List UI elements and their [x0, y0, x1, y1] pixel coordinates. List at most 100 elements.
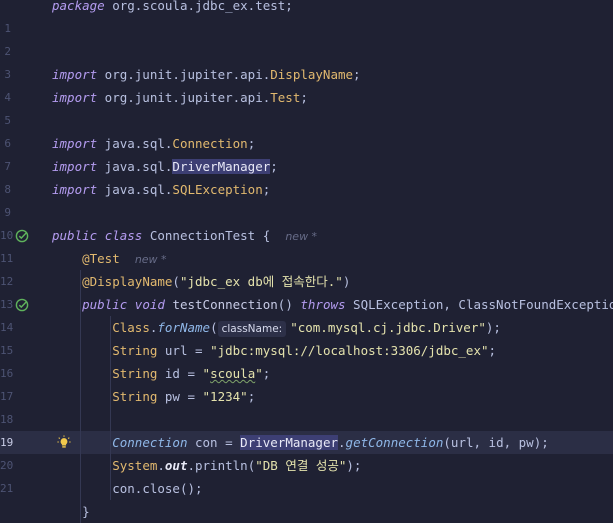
- code-token: String: [112, 389, 158, 404]
- code-line[interactable]: 14 Class.forName(className: "com.mysql.cj…: [0, 316, 613, 339]
- code-text: import java.sql.SQLException;: [52, 178, 270, 201]
- line-number: 14: [0, 321, 14, 334]
- code-text: package org.scoula.jdbc_ex.test;: [52, 0, 293, 17]
- gutter: 7: [0, 155, 52, 178]
- code-token: }: [52, 504, 90, 519]
- parameter-hint: className:: [217, 320, 287, 337]
- code-line[interactable]: 2: [0, 40, 613, 63]
- code-token: import: [52, 67, 98, 82]
- code-line[interactable]: 21 con.close();: [0, 477, 613, 500]
- code-token: ;: [353, 67, 361, 82]
- code-text: con.close();: [52, 477, 203, 500]
- code-line[interactable]: 9: [0, 201, 613, 224]
- code-token: con =: [187, 435, 241, 450]
- highlighted-symbol: DriverManager: [172, 159, 271, 174]
- code-token: ": [202, 366, 211, 381]
- code-line[interactable]: 20 System.out.println("DB 연결 성공");: [0, 454, 613, 477]
- code-token: java.sql.: [97, 136, 173, 151]
- code-token: id =: [157, 366, 203, 381]
- code-line[interactable]: package org.scoula.jdbc_ex.test;: [0, 0, 613, 17]
- code-token: ): [342, 274, 351, 289]
- lightbulb-icon[interactable]: [57, 435, 71, 449]
- code-token: pw =: [157, 389, 203, 404]
- code-editor[interactable]: package org.scoula.jdbc_ex.test; 1 2 3 impor…: [0, 0, 613, 523]
- line-number: 13: [0, 298, 14, 311]
- code-line[interactable]: 5: [0, 109, 613, 132]
- code-text: String pw = "1234";: [52, 385, 255, 408]
- code-line[interactable]: 12 @DisplayName("jdbc_ex db에 접속한다."): [0, 270, 613, 293]
- code-token: throws: [300, 297, 346, 312]
- run-test-check-icon[interactable]: [15, 298, 29, 312]
- run-test-check-icon[interactable]: [15, 229, 29, 243]
- code-token: public: [82, 297, 128, 312]
- code-token: ;: [488, 343, 497, 358]
- code-line[interactable]: 15 String url = "jdbc:mysql://localhost:…: [0, 339, 613, 362]
- gutter: [0, 500, 52, 523]
- code-line[interactable]: 3 import org.junit.jupiter.api.DisplayNam…: [0, 63, 613, 86]
- code-token: package: [52, 0, 105, 13]
- usage-hint[interactable]: new *: [135, 253, 167, 266]
- indent-guide: [80, 454, 81, 477]
- indent-guide: [80, 500, 81, 523]
- code-line[interactable]: 8 import java.sql.SQLException;: [0, 178, 613, 201]
- code-line[interactable]: 19 Connection con = DriverManager.getCon…: [0, 431, 613, 454]
- code-line[interactable]: 6 import java.sql.Connection;: [0, 132, 613, 155]
- gutter: 2: [0, 40, 52, 63]
- line-number: 2: [4, 45, 11, 58]
- gutter: 5: [0, 109, 52, 132]
- code-token: Connection: [172, 136, 248, 151]
- code-text: Connection con = DriverManager.getConnec…: [52, 431, 549, 454]
- code-line[interactable]: 13 public void testConnection() throws S…: [0, 293, 613, 316]
- code-token: java.sql.: [97, 182, 173, 197]
- code-token: (: [210, 320, 218, 335]
- code-token: );: [346, 458, 362, 473]
- code-token: (: [172, 274, 180, 289]
- line-number: 7: [4, 160, 11, 173]
- code-token: import: [52, 90, 98, 105]
- indent-guide: [110, 408, 111, 431]
- gutter: 10: [0, 224, 52, 247]
- indent-guide: [80, 339, 81, 362]
- usage-hint[interactable]: new *: [285, 230, 317, 243]
- code-token: ConnectionTest {: [142, 228, 286, 243]
- code-line[interactable]: 11 @Test new *: [0, 247, 613, 270]
- code-token: SQLException: [172, 182, 263, 197]
- code-line[interactable]: 4 import org.junit.jupiter.api.Test;: [0, 86, 613, 109]
- code-text: import java.sql.Connection;: [52, 132, 255, 155]
- line-number: 17: [0, 390, 14, 403]
- gutter: 19: [0, 431, 52, 454]
- gutter: 12: [0, 270, 52, 293]
- code-line[interactable]: 7 import java.sql.DriverManager;: [0, 155, 613, 178]
- code-token: import: [52, 159, 98, 174]
- code-token: forName: [157, 320, 211, 335]
- code-token: import: [52, 182, 98, 197]
- code-token: Connection: [112, 435, 188, 450]
- code-token: public: [52, 228, 98, 243]
- gutter: 14: [0, 316, 52, 339]
- line-number: 16: [0, 367, 14, 380]
- code-token: SQLException, ClassNotFoundException {: [345, 297, 613, 312]
- code-text: public void testConnection() throws SQLE…: [52, 293, 613, 316]
- gutter: 15: [0, 339, 52, 362]
- code-token: ;: [270, 159, 278, 174]
- code-token: java.sql.: [97, 159, 173, 174]
- code-text: import org.junit.jupiter.api.Test;: [52, 86, 308, 109]
- code-token: out: [164, 458, 188, 473]
- line-number: 11: [0, 252, 14, 265]
- code-line[interactable]: 10 public class ConnectionTest { new *: [0, 224, 613, 247]
- code-line[interactable]: 18: [0, 408, 613, 431]
- code-line[interactable]: 17 String pw = "1234";: [0, 385, 613, 408]
- code-line[interactable]: 1: [0, 17, 613, 40]
- code-line[interactable]: 16 String id = "scoula";: [0, 362, 613, 385]
- gutter: 11: [0, 247, 52, 270]
- code-line[interactable]: }: [0, 500, 613, 523]
- line-number: 1: [4, 22, 11, 35]
- indent-guide: [110, 454, 111, 477]
- code-token: "jdbc:mysql://localhost:3306/jdbc_ex": [210, 343, 489, 358]
- indent-guide: [80, 316, 81, 339]
